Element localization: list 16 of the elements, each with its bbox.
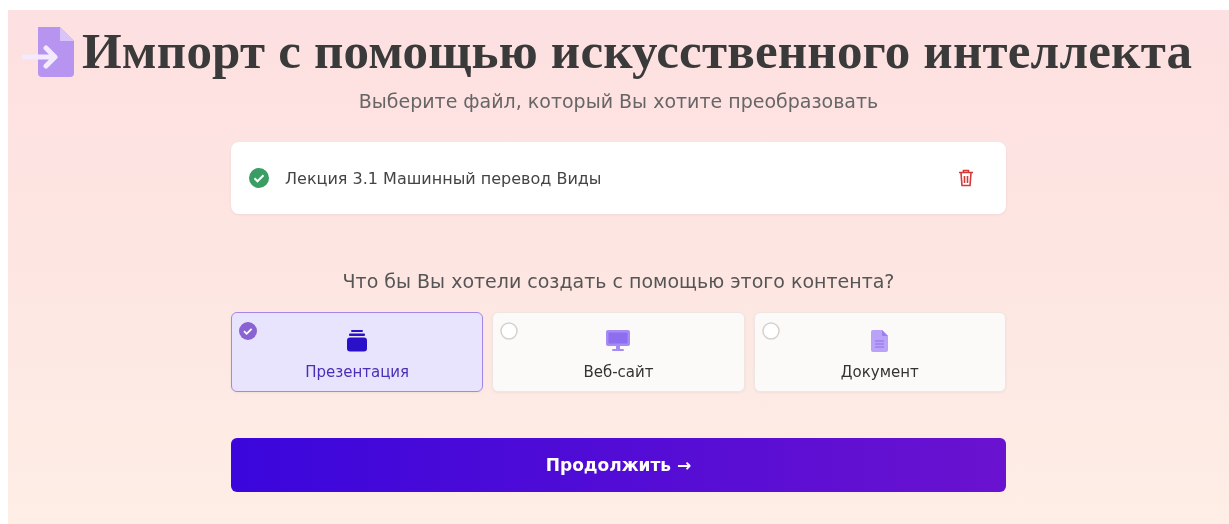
page-subtitle: Выберите файл, который Вы хотите преобразовать [358, 90, 879, 112]
question-text: Что бы Вы хотели создать с помощью этого контента? [341, 270, 896, 292]
stack-icon [345, 328, 370, 353]
document-icon [870, 328, 889, 353]
check-circle-icon [239, 322, 257, 340]
radio-circle-icon [500, 322, 519, 340]
delete-button[interactable] [956, 167, 976, 189]
continue-button[interactable]: Продолжить → [231, 438, 1006, 492]
option-card[interactable]: Документ [753, 312, 1006, 392]
radio-circle-icon [761, 322, 780, 340]
option-card[interactable]: Презентация [231, 312, 484, 392]
trash-icon [958, 169, 974, 187]
page-title: Импорт с помощью искусственного интеллекта [82, 22, 1193, 80]
monitor-icon [605, 328, 632, 353]
file-name: Лекция 3.1 Машинный перевод Виды [285, 168, 603, 188]
option-card[interactable]: Веб-сайт [492, 312, 745, 392]
